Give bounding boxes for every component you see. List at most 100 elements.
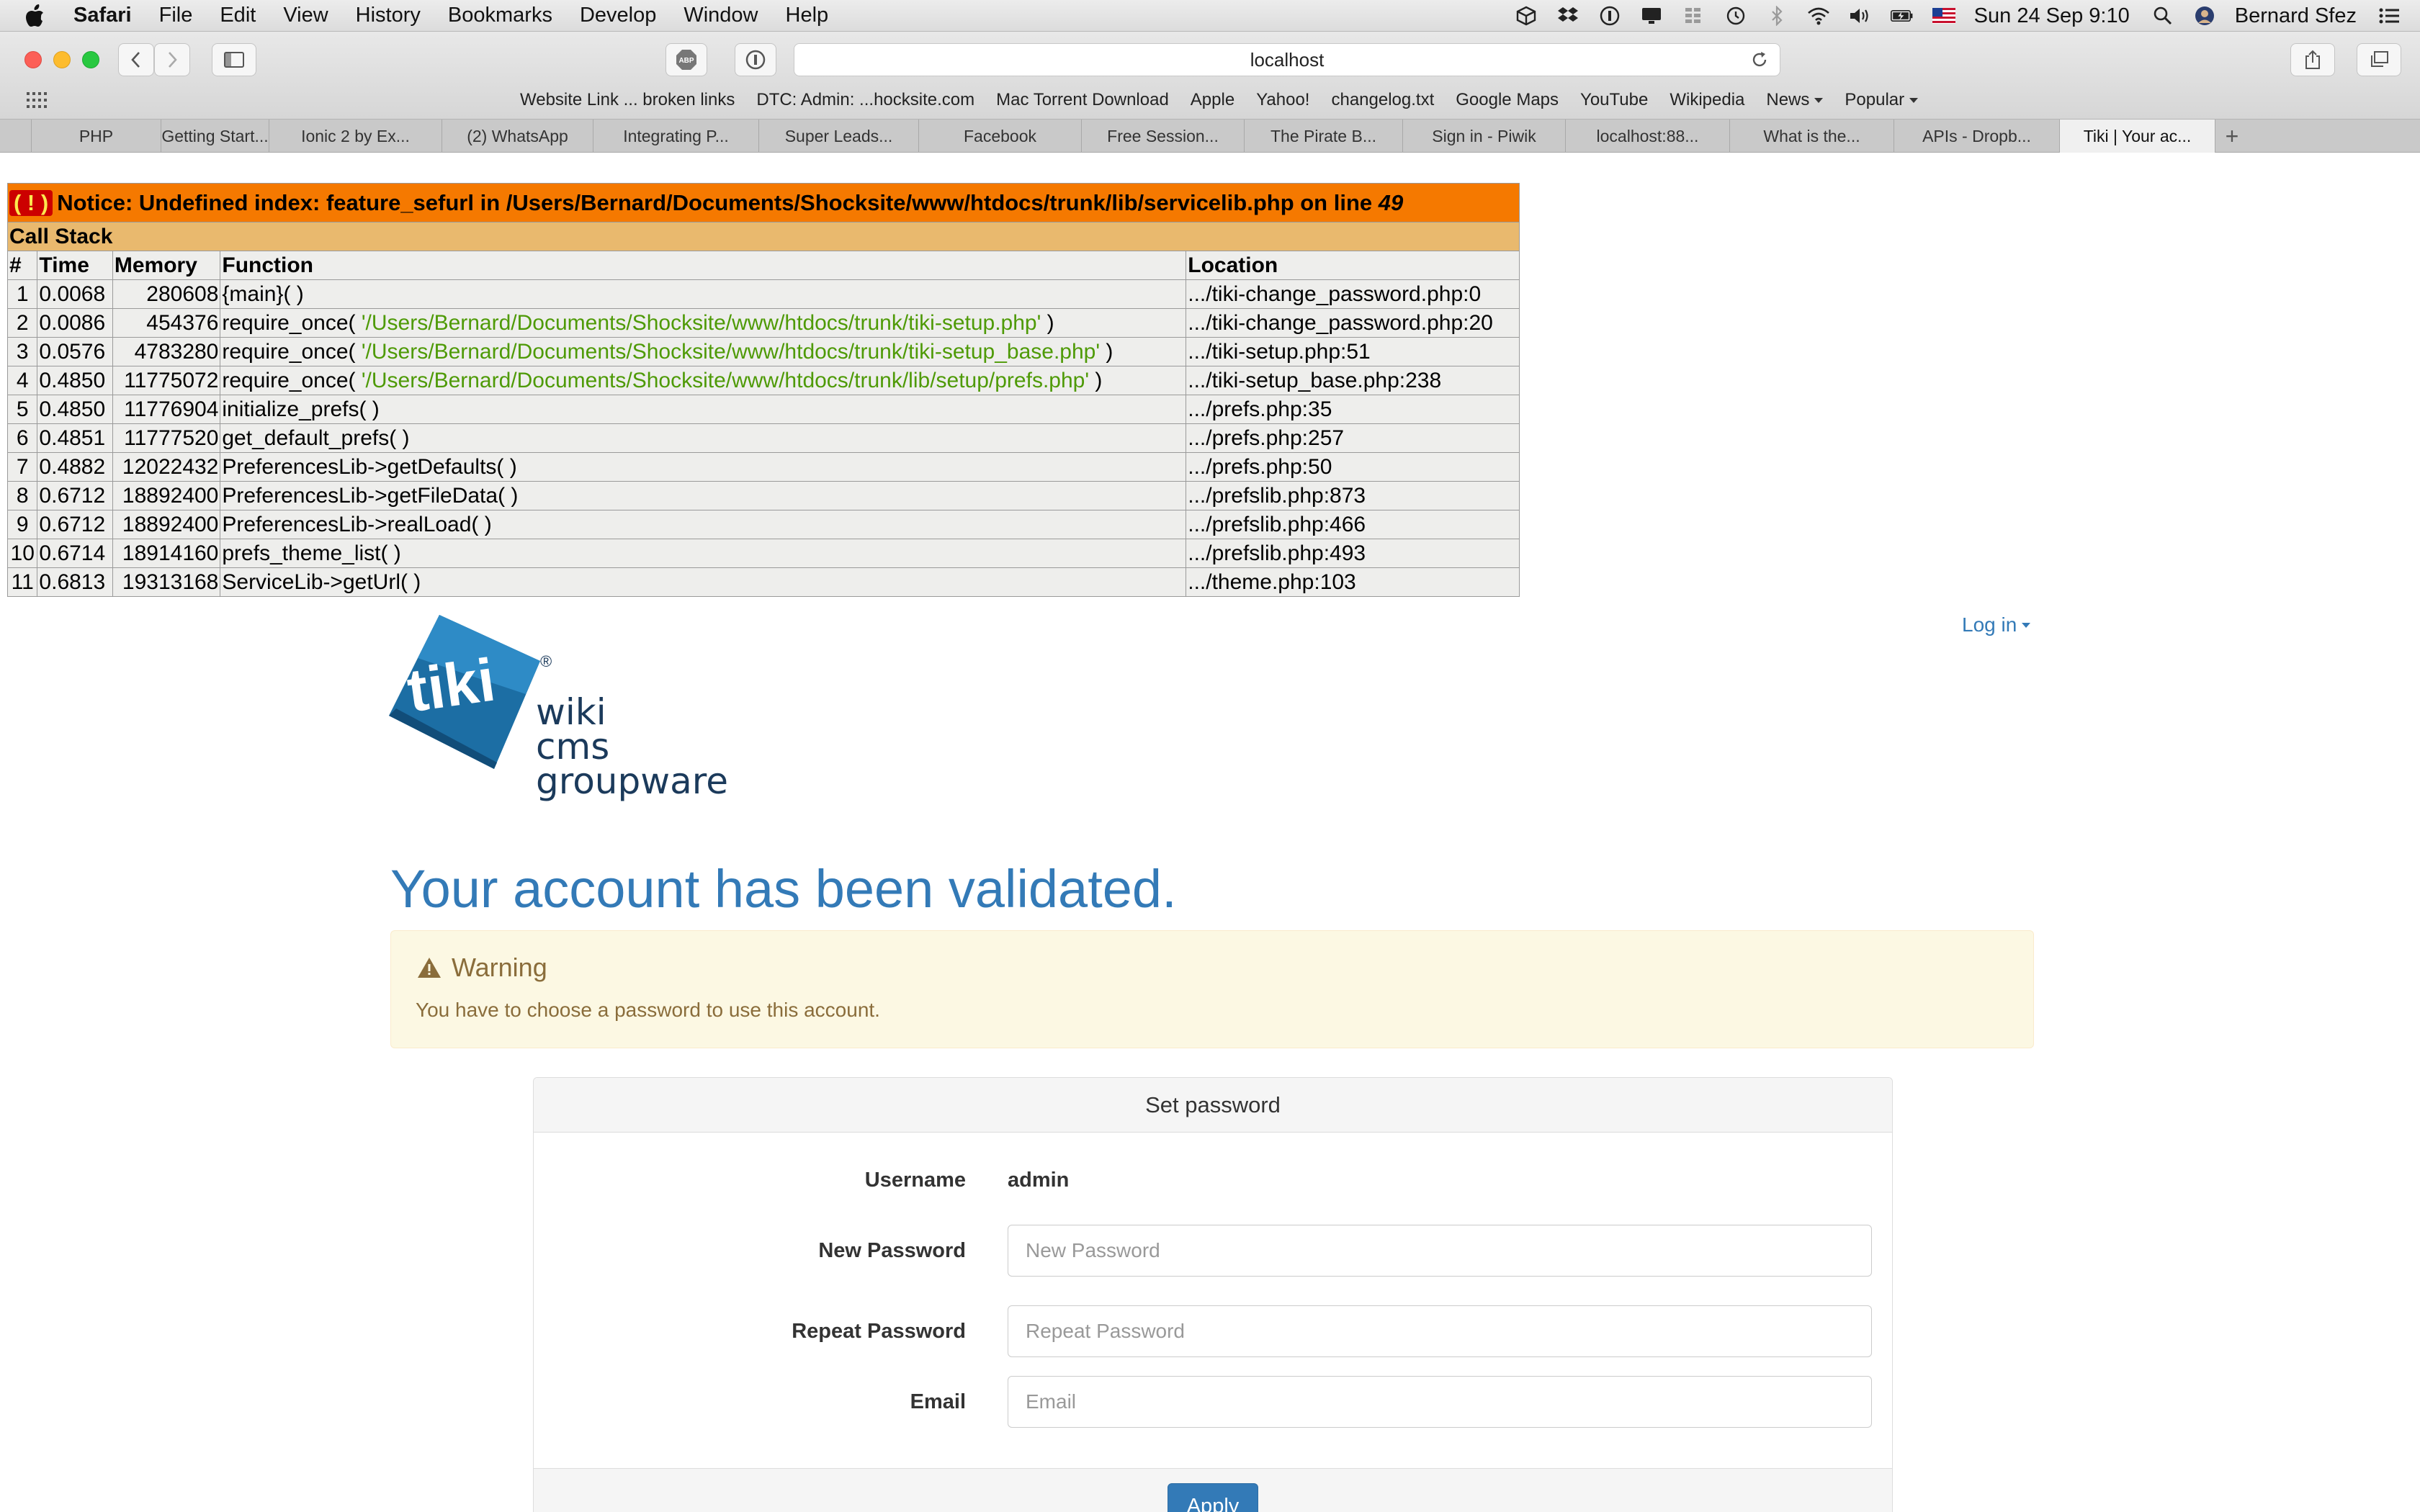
menu-help[interactable]: Help (786, 4, 829, 27)
share-button[interactable] (2290, 43, 2335, 76)
spotlight-search-icon[interactable] (2151, 5, 2174, 27)
browser-tab[interactable]: Facebook (919, 120, 1082, 153)
favorite-item[interactable]: Website Link ... broken links (520, 90, 735, 110)
stack-memory: 18914160 (112, 539, 221, 568)
notice-line-number: 49 (1378, 189, 1404, 215)
us-flag-icon[interactable] (1932, 5, 1955, 27)
notification-center-icon[interactable] (2378, 5, 2401, 27)
volume-icon[interactable] (1849, 5, 1872, 27)
function-name: PreferencesLib->getFileData( ) (222, 483, 519, 508)
notice-text: Notice: Undefined index: feature_sefurl … (57, 189, 1379, 215)
column-header-location: Location (1186, 251, 1520, 280)
browser-tab[interactable]: Sign in - Piwik (1403, 120, 1566, 153)
new-password-input[interactable] (1008, 1225, 1872, 1277)
menu-window[interactable]: Window (684, 4, 758, 27)
browser-tab[interactable]: Super Leads... (759, 120, 919, 153)
apply-button[interactable]: Apply (1168, 1483, 1258, 1512)
wifi-icon[interactable] (1807, 5, 1830, 27)
email-input[interactable] (1008, 1376, 1872, 1428)
function-name: {main}( ) (222, 282, 304, 306)
column-header-memory: Memory (112, 251, 221, 280)
menu-edit[interactable]: Edit (220, 4, 256, 27)
browser-tab[interactable]: localhost:88... (1566, 120, 1730, 153)
favorite-item[interactable]: Apple (1191, 90, 1234, 110)
stack-memory: 11775072 (112, 366, 221, 395)
browser-tab[interactable]: Ionic 2 by Ex... (269, 120, 442, 153)
stack-memory: 11777520 (112, 423, 221, 453)
browser-tab[interactable]: Getting Start... (161, 120, 269, 153)
browser-tab[interactable]: Integrating P... (593, 120, 759, 153)
favorite-item[interactable]: News (1766, 90, 1824, 110)
browser-tab[interactable]: Tiki | Your ac... (2060, 120, 2215, 153)
stack-function: require_once( '/Users/Bernard/Documents/… (220, 366, 1187, 395)
new-tab-plus-icon[interactable]: + (2215, 120, 2249, 153)
menu-bookmarks[interactable]: Bookmarks (448, 4, 552, 27)
address-bar[interactable]: localhost (794, 43, 1780, 76)
favorite-item[interactable]: Yahoo! (1256, 90, 1309, 110)
favorite-item[interactable]: YouTube (1580, 90, 1648, 110)
fullscreen-window-button[interactable] (82, 51, 99, 68)
menu-history[interactable]: History (356, 4, 421, 27)
browser-tab[interactable]: (2) WhatsApp (442, 120, 593, 153)
password-manager-button[interactable] (735, 43, 776, 76)
menu-safari[interactable]: Safari (73, 4, 132, 27)
favorite-item[interactable]: Popular (1845, 90, 1919, 110)
repeat-password-input[interactable] (1008, 1305, 1872, 1357)
sidebar-toggle-button[interactable] (212, 43, 256, 76)
favorite-item[interactable]: changelog.txt (1331, 90, 1434, 110)
login-dropdown-link[interactable]: Log in (1962, 613, 2031, 636)
favorite-item[interactable]: Wikipedia (1670, 90, 1744, 110)
stack-memory: 454376 (112, 308, 221, 338)
clock[interactable]: Sun 24 Sep 9:10 (1974, 4, 2130, 28)
browser-tab[interactable]: PHP (32, 120, 161, 153)
favorite-label: Apple (1190, 90, 1235, 109)
browser-tab-label: The Pirate B... (1270, 126, 1376, 145)
favorite-label: Website Link ... broken links (520, 90, 735, 109)
stack-function: PreferencesLib->getDefaults( ) (220, 452, 1187, 482)
browser-tab[interactable]: Free Session... (1082, 120, 1245, 153)
favorite-label: Yahoo! (1256, 90, 1310, 109)
forward-button[interactable] (154, 43, 190, 76)
stack-location: .../prefs.php:257 (1186, 423, 1520, 453)
tab-overview-button[interactable] (2357, 43, 2401, 76)
browser-tab-label: Ionic 2 by Ex... (301, 126, 410, 145)
favorite-item[interactable]: DTC: Admin: ...hocksite.com (756, 90, 974, 110)
tiki-logo[interactable]: tiki ® wiki cms groupware (389, 615, 749, 804)
stack-function: initialize_prefs( ) (220, 395, 1187, 424)
dropbox-icon[interactable] (1556, 5, 1579, 27)
username-row: Username admin (534, 1154, 1894, 1206)
function-name: prefs_theme_list( ) (222, 541, 401, 565)
user-name[interactable]: Bernard Sfez (2235, 4, 2357, 28)
top-sites-grid-icon[interactable] (26, 91, 48, 114)
stack-time: 0.6714 (37, 539, 113, 568)
menu-view[interactable]: View (283, 4, 328, 27)
favorite-item[interactable]: Google Maps (1456, 90, 1559, 110)
stack-function: PreferencesLib->realLoad( ) (220, 510, 1187, 539)
browser-tab[interactable]: APIs - Dropb... (1894, 120, 2060, 153)
call-stack-row: 5 0.4850 11776904 initialize_prefs( ) .../pr… (6, 395, 1520, 424)
bluetooth-icon[interactable] (1765, 5, 1788, 27)
menu-file[interactable]: File (159, 4, 193, 27)
favorite-item[interactable]: Mac Torrent Download (996, 90, 1169, 110)
browser-tab[interactable] (0, 120, 32, 153)
battery-icon[interactable] (1890, 5, 1914, 27)
browser-tab[interactable]: The Pirate B... (1245, 120, 1403, 153)
time-machine-icon[interactable] (1724, 5, 1747, 27)
apple-menu-icon[interactable] (24, 4, 53, 27)
back-button[interactable] (118, 43, 154, 76)
grid-status-icon[interactable] (1682, 5, 1705, 27)
reload-icon[interactable] (1749, 50, 1770, 75)
box-icon[interactable] (1515, 5, 1538, 27)
onepassword-icon[interactable] (1598, 5, 1621, 27)
menu-develop[interactable]: Develop (580, 4, 656, 27)
logo-brand-text: tiki (403, 646, 499, 725)
browser-tab-label: Getting Start... (161, 126, 269, 145)
stack-location: .../prefslib.php:493 (1186, 539, 1520, 568)
display-icon[interactable] (1640, 5, 1663, 27)
browser-tab[interactable]: What is the... (1730, 120, 1894, 153)
minimize-window-button[interactable] (53, 51, 71, 68)
function-argument: '/Users/Bernard/Documents/Shocksite/www/… (361, 310, 1041, 335)
user-avatar-icon[interactable] (2193, 5, 2216, 27)
adblock-button[interactable]: ABP (666, 43, 707, 76)
close-window-button[interactable] (24, 51, 42, 68)
